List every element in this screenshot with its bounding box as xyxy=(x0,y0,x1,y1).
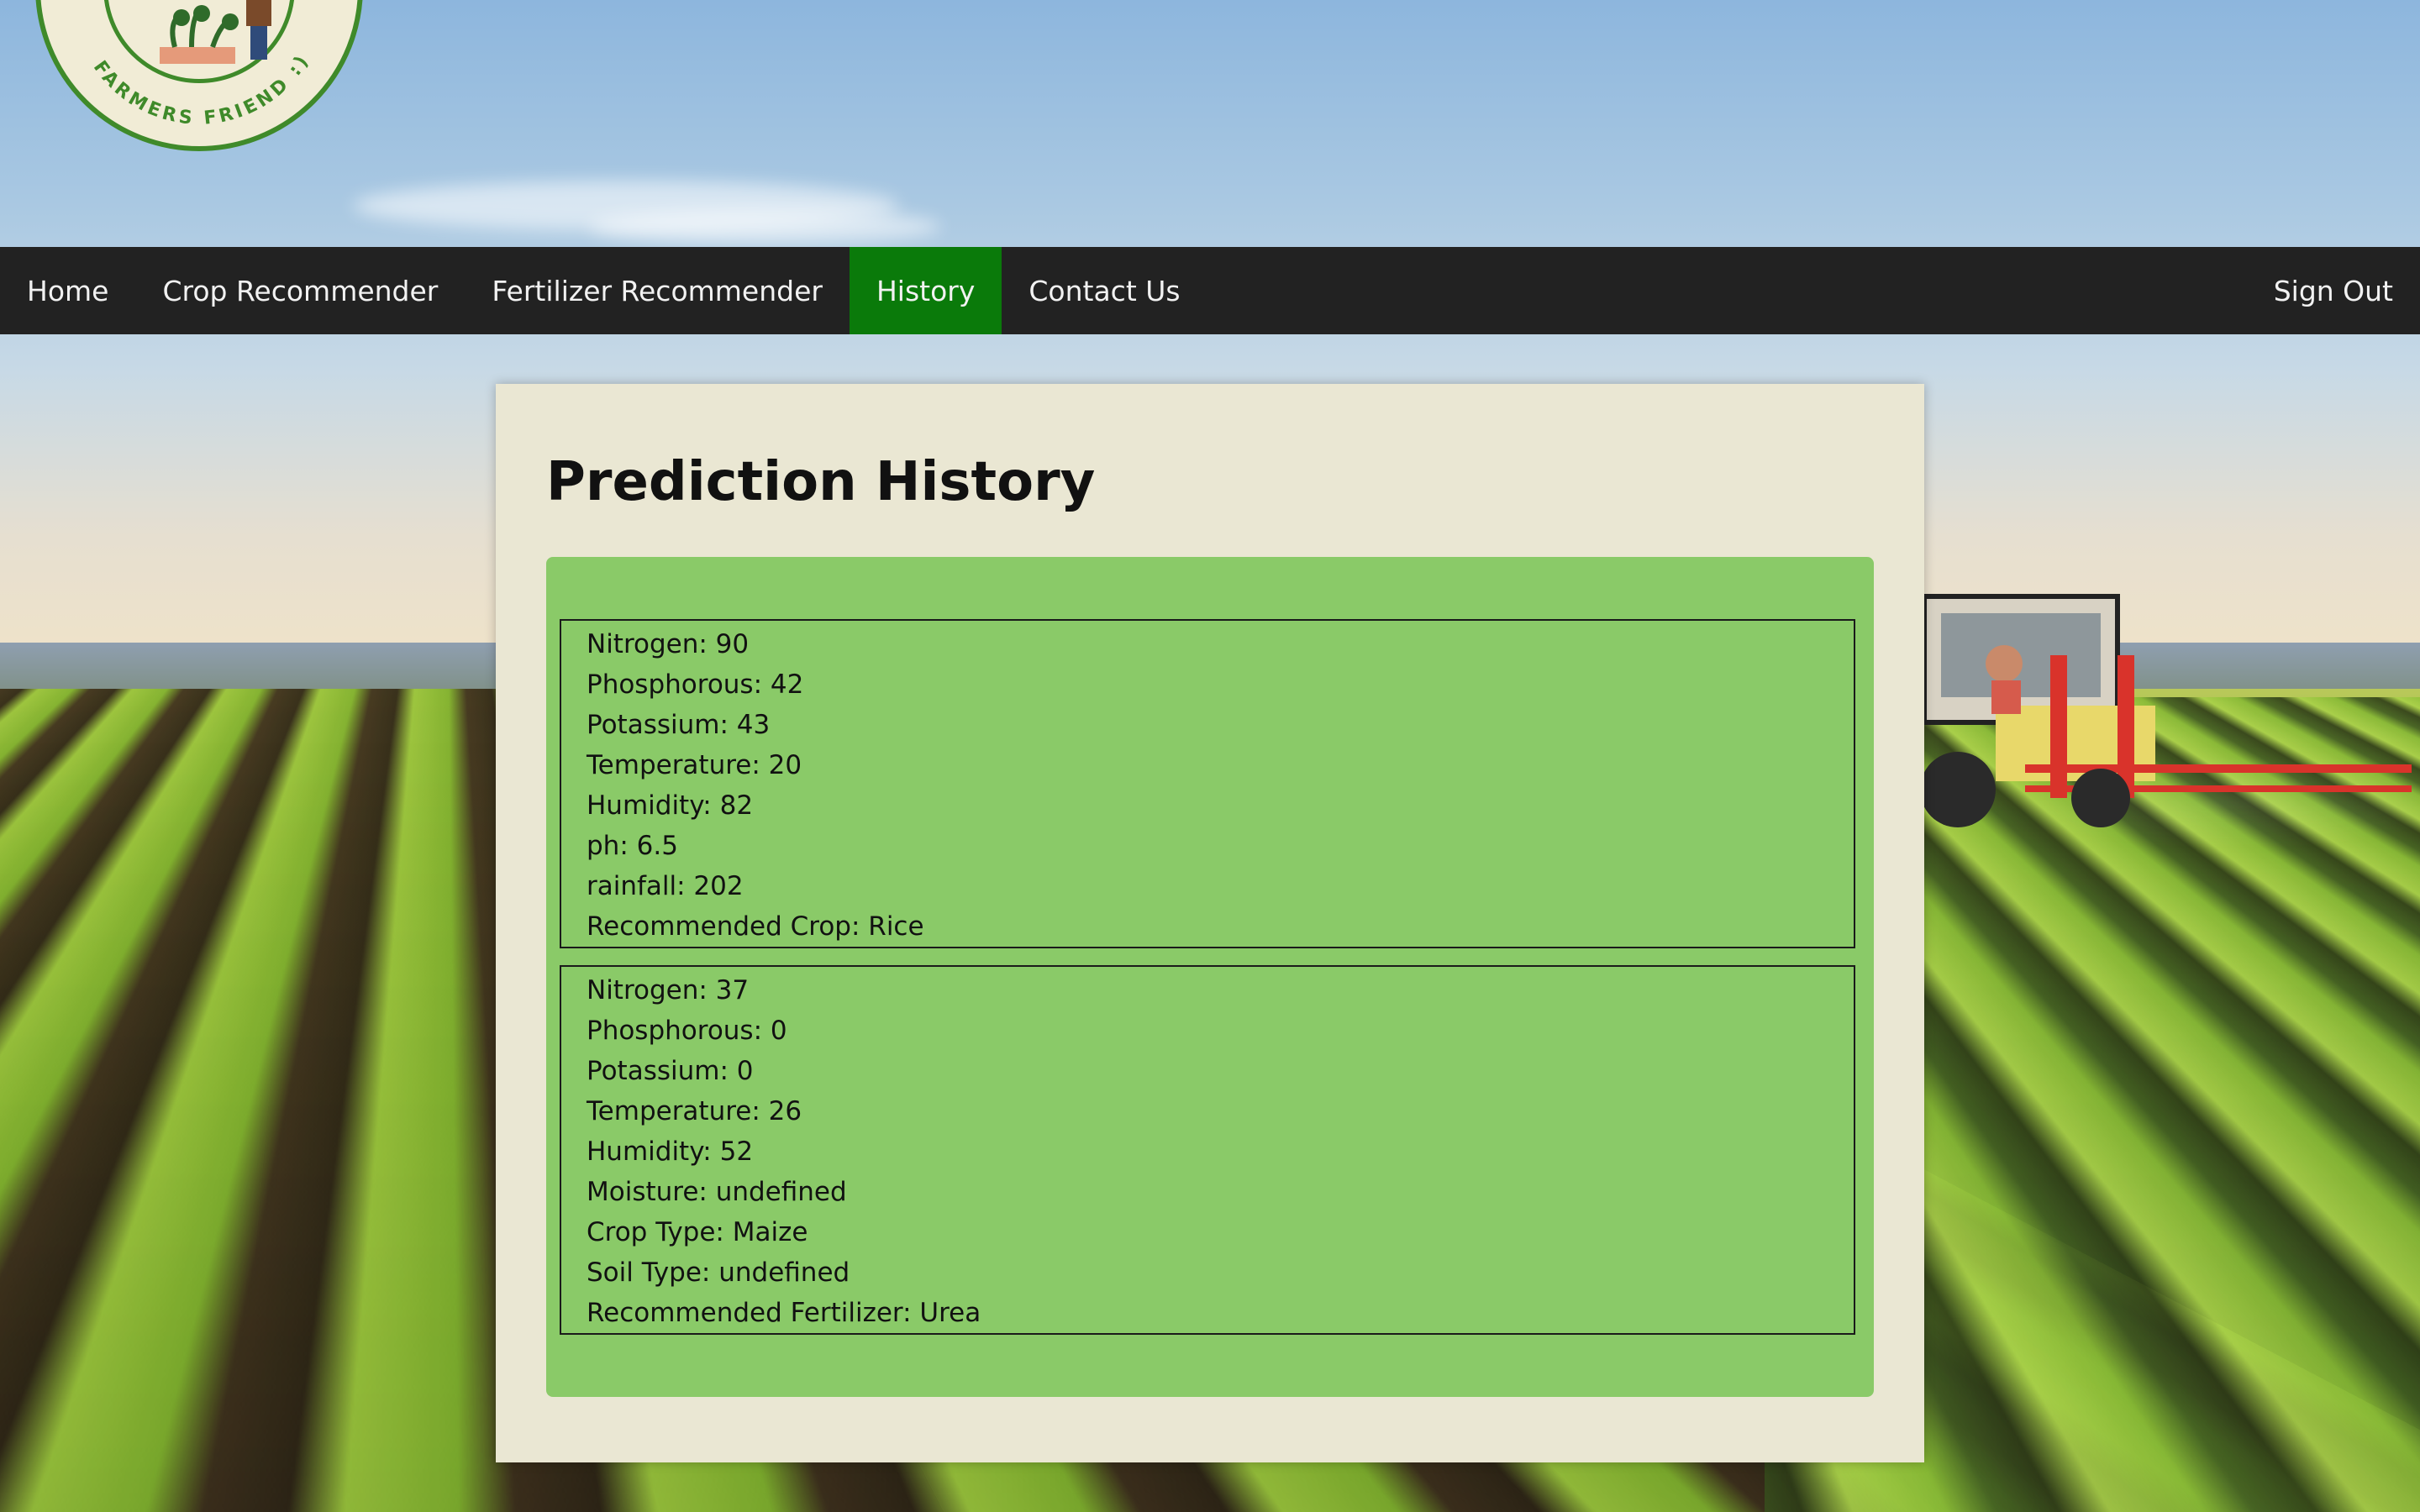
entry-field: Phosphorous: 42 xyxy=(587,669,804,700)
entry-field: Nitrogen: 37 xyxy=(587,975,750,1005)
history-entry: Nitrogen: 90 Phosphorous: 42 Potassium: … xyxy=(560,619,1855,948)
nav-item-fertilizer-recommender[interactable]: Fertilizer Recommender xyxy=(465,247,850,334)
entry-field: Potassium: 0 xyxy=(587,1056,754,1086)
entry-field: Crop Type: Maize xyxy=(587,1217,808,1247)
entry-field: Temperature: 20 xyxy=(587,750,802,780)
entry-result: Recommended Crop: Rice xyxy=(587,911,924,942)
entry-field: Potassium: 43 xyxy=(587,710,771,740)
farmers-friend-logo[interactable]: FARMERS FRIEND :) xyxy=(35,0,363,151)
page-title: Prediction History xyxy=(546,451,1096,513)
entry-field: rainfall: 202 xyxy=(587,871,744,901)
main-nav: Home Crop Recommender Fertilizer Recomme… xyxy=(0,247,2420,334)
entry-field: Soil Type: undefined xyxy=(587,1257,850,1288)
history-card: Prediction History Nitrogen: 90 Phosphor… xyxy=(496,384,1924,1462)
nav-item-history[interactable]: History xyxy=(849,247,1002,334)
nav-item-home[interactable]: Home xyxy=(0,247,135,334)
entry-field: ph: 6.5 xyxy=(587,831,678,861)
nav-item-crop-recommender[interactable]: Crop Recommender xyxy=(135,247,465,334)
logo-text-arc: FARMERS FRIEND :) xyxy=(89,50,314,129)
tractor-illustration xyxy=(1924,594,2412,827)
nav-item-contact-us[interactable]: Contact Us xyxy=(1002,247,1207,334)
entry-field: Phosphorous: 0 xyxy=(587,1016,787,1046)
entry-field: Nitrogen: 90 xyxy=(587,629,750,659)
history-list: Nitrogen: 90 Phosphorous: 42 Potassium: … xyxy=(546,557,1874,1397)
svg-text:FARMERS FRIEND :): FARMERS FRIEND :) xyxy=(89,50,314,129)
entry-field: Moisture: undefined xyxy=(587,1177,847,1207)
cloud xyxy=(588,210,941,244)
sign-out-link[interactable]: Sign Out xyxy=(2247,247,2420,334)
entry-field: Temperature: 26 xyxy=(587,1096,802,1126)
entry-result: Recommended Fertilizer: Urea xyxy=(587,1298,981,1328)
history-entry: Nitrogen: 37 Phosphorous: 0 Potassium: 0… xyxy=(560,965,1855,1335)
entry-field: Humidity: 82 xyxy=(587,790,754,821)
entry-field: Humidity: 52 xyxy=(587,1137,754,1167)
